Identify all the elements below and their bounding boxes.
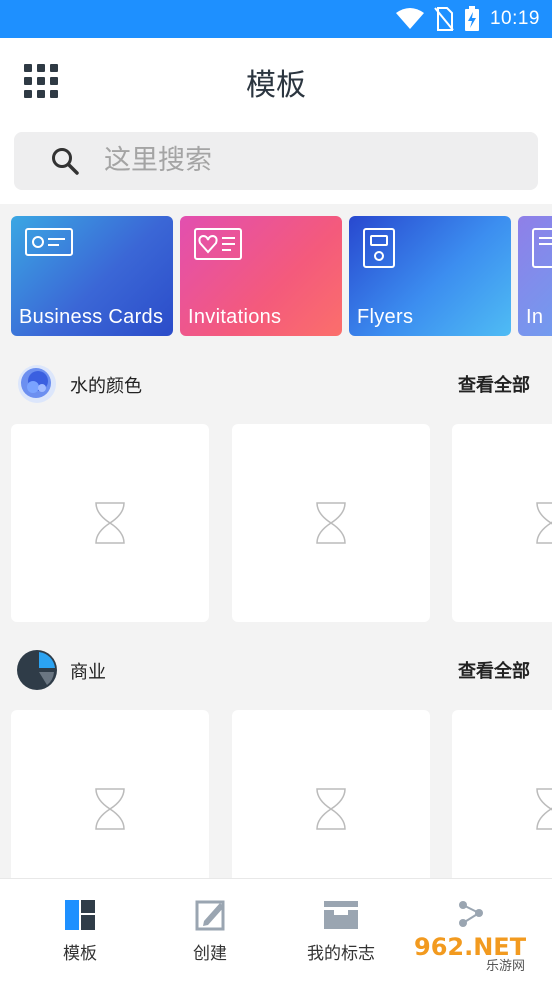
watermark-sub: 乐游网	[486, 959, 525, 974]
nav-label: 模板	[63, 944, 97, 964]
search-input[interactable]	[104, 138, 514, 182]
pie-chart-icon	[17, 650, 57, 690]
my-logos-icon	[324, 901, 358, 929]
see-all-link[interactable]: 查看全部	[458, 657, 530, 683]
nav-item-my-logos[interactable]: 我的标志	[286, 899, 396, 964]
template-row-watercolor[interactable]	[0, 424, 552, 624]
create-icon	[195, 900, 225, 931]
category-carousel[interactable]: Business Cards Invitations Flyers In	[0, 204, 552, 354]
watercolor-icon	[18, 365, 56, 403]
section-header-business: 商业 查看全部	[0, 646, 552, 696]
no-sim-icon	[434, 7, 454, 31]
template-card[interactable]	[452, 424, 552, 622]
search-area	[0, 122, 552, 204]
template-card[interactable]	[452, 710, 552, 878]
battery-charging-icon	[464, 6, 479, 31]
template-card[interactable]	[11, 424, 209, 622]
search-bar[interactable]	[14, 132, 538, 190]
clock: 10:19	[489, 8, 540, 29]
nav-label: 我的标志	[307, 944, 375, 964]
category-card-partial[interactable]: In	[518, 216, 552, 336]
status-bar: 10:19	[0, 0, 552, 38]
see-all-link[interactable]: 查看全部	[458, 371, 530, 397]
category-card-business-cards[interactable]: Business Cards	[11, 216, 173, 336]
section-title: 水的颜色	[70, 376, 142, 397]
hourglass-icon	[316, 502, 346, 544]
nav-item-templates[interactable]: 模板	[25, 899, 135, 964]
template-card[interactable]	[232, 424, 430, 622]
category-label: In	[526, 306, 544, 328]
document-icon	[532, 228, 552, 268]
flyer-icon	[363, 228, 395, 268]
template-card[interactable]	[232, 710, 430, 878]
page-title: 模板	[246, 68, 306, 103]
watermark-logo: 962.NET 乐游网	[408, 929, 544, 974]
hourglass-icon	[536, 502, 552, 544]
section-title: 商业	[70, 662, 106, 683]
nav-item-create[interactable]: 创建	[155, 899, 265, 964]
hourglass-icon	[536, 788, 552, 830]
category-label: Flyers	[357, 306, 414, 328]
hourglass-icon	[95, 502, 125, 544]
category-label: Invitations	[188, 306, 282, 328]
id-card-icon	[25, 228, 73, 256]
template-row-business[interactable]	[0, 710, 552, 878]
hourglass-icon	[316, 788, 346, 830]
templates-icon	[65, 900, 95, 930]
wifi-icon	[395, 8, 424, 29]
template-card[interactable]	[11, 710, 209, 878]
nav-label: 创建	[193, 944, 227, 964]
section-header-watercolor: 水的颜色 查看全部	[0, 360, 552, 410]
category-label: Business Cards	[19, 306, 164, 328]
watermark-brand: 962.NET	[414, 933, 527, 961]
heart-card-icon	[194, 228, 242, 260]
hourglass-icon	[95, 788, 125, 830]
search-icon	[52, 148, 79, 175]
app-header: 模板	[0, 38, 552, 122]
category-card-flyers[interactable]: Flyers	[349, 216, 511, 336]
category-card-invitations[interactable]: Invitations	[180, 216, 342, 336]
